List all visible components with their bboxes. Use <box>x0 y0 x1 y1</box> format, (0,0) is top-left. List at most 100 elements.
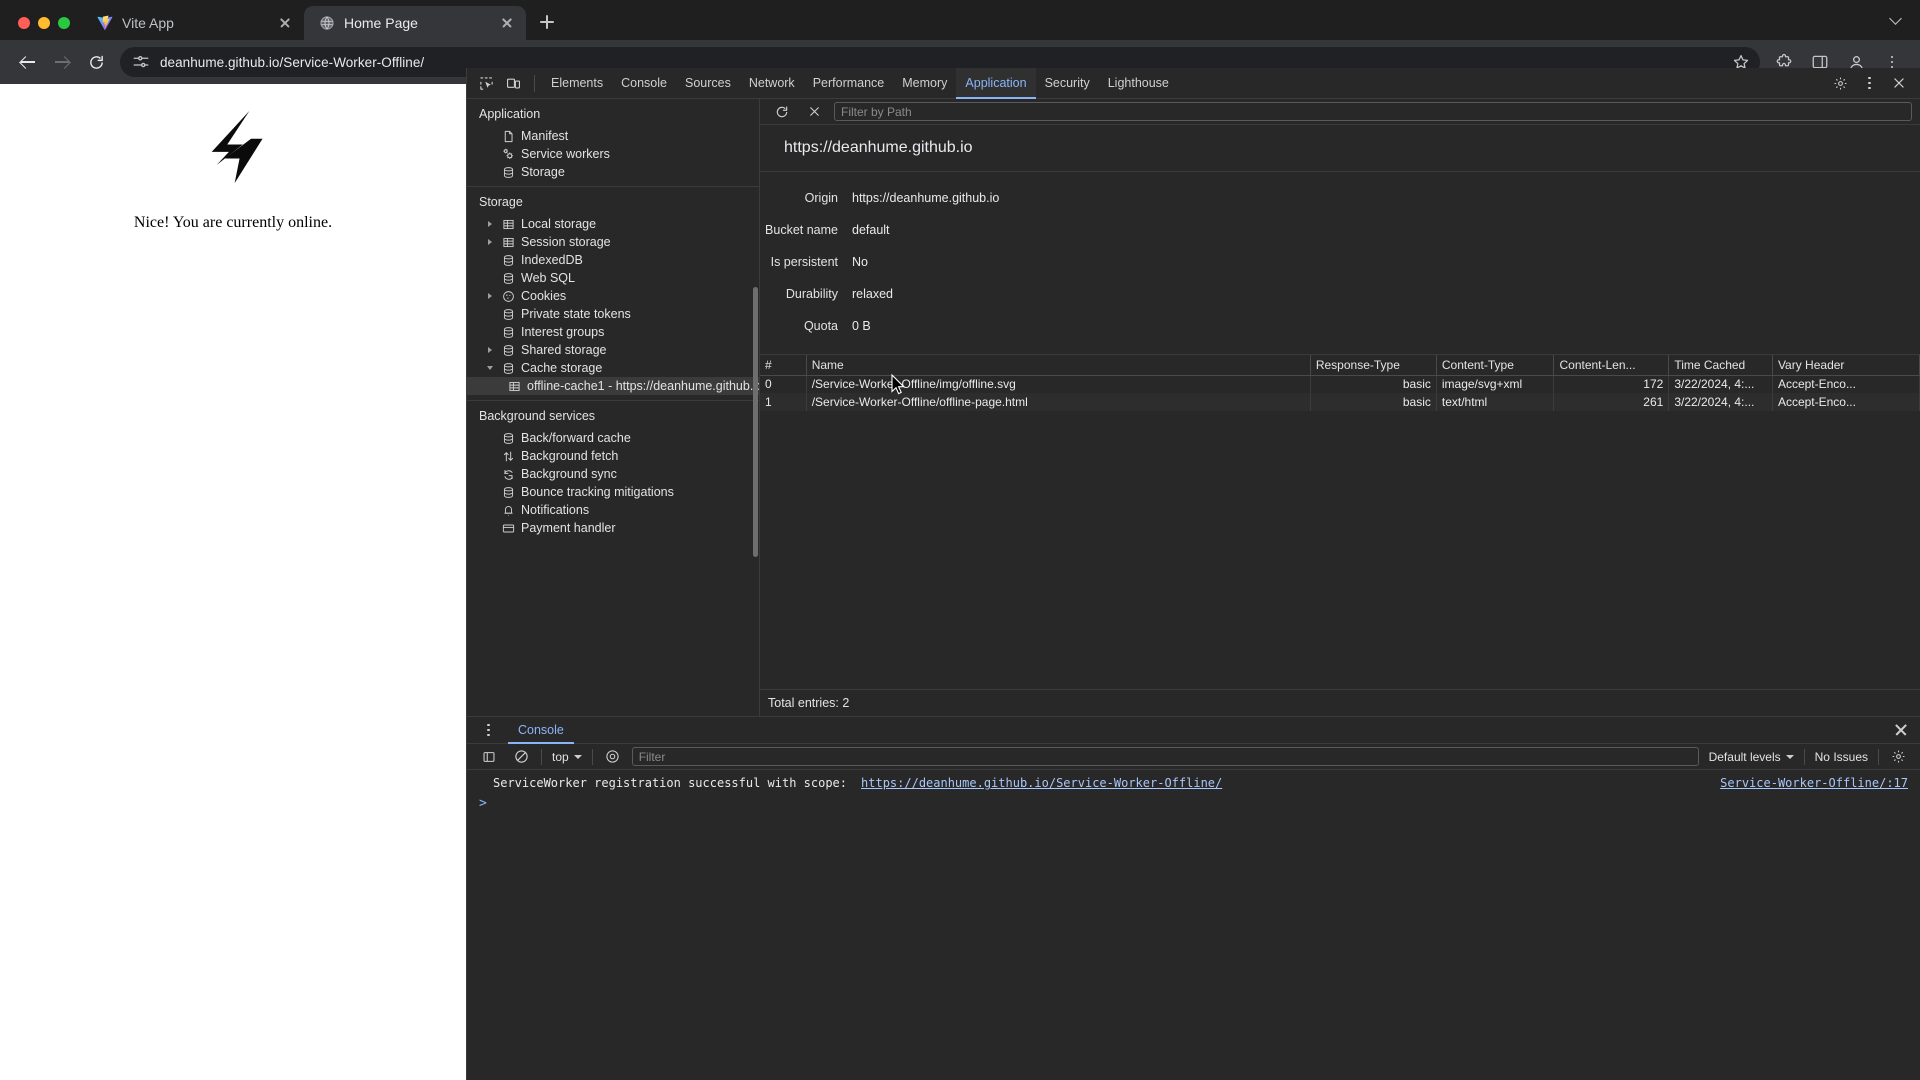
sidebar-item-label: Web SQL <box>521 271 575 285</box>
console-source-link[interactable]: Service-Worker-Offline/:17 <box>1720 776 1908 790</box>
table-row[interactable]: 1 /Service-Worker-Offline/offline-page.h… <box>760 393 1920 411</box>
vite-logo-icon <box>96 15 113 32</box>
sidebar-item-cookies[interactable]: Cookies <box>467 287 759 305</box>
tab-console[interactable]: Console <box>612 68 676 99</box>
maximize-window-button[interactable] <box>58 17 70 29</box>
device-toolbar-button[interactable] <box>500 71 527 96</box>
sidebar-item-shared-storage[interactable]: Shared storage <box>467 341 759 359</box>
card-icon <box>501 522 515 535</box>
sidebar-item-local-storage[interactable]: Local storage <box>467 215 759 233</box>
devtools-panel: Elements Console Sources Network Perform… <box>466 67 1920 1080</box>
forward-button[interactable] <box>46 46 78 78</box>
close-tab-button[interactable] <box>276 14 294 32</box>
console-context-selector[interactable]: top <box>548 750 586 764</box>
application-sidebar[interactable]: Application Manifest Service workers Sto… <box>467 99 760 716</box>
cache-entries-table-wrapper: # Name Response-Type Content-Type Conten… <box>760 355 1920 690</box>
devtools-body: Application Manifest Service workers Sto… <box>467 99 1920 716</box>
reload-icon <box>89 55 103 69</box>
devtools-tabbar-actions <box>1827 71 1920 96</box>
chevron-right-icon[interactable] <box>485 221 495 227</box>
devtools-close-button[interactable] <box>1885 71 1912 96</box>
column-header-content-type[interactable]: Content-Type <box>1436 355 1555 376</box>
console-sidebar-toggle-button[interactable] <box>475 744 502 769</box>
cell-name: /Service-Worker-Offline/img/offline.svg <box>806 375 1311 393</box>
minimize-window-button[interactable] <box>38 17 50 29</box>
chevron-down-icon[interactable] <box>485 365 495 371</box>
new-tab-button[interactable] <box>532 7 562 37</box>
refresh-cache-button[interactable] <box>768 99 795 124</box>
sidebar-item-manifest[interactable]: Manifest <box>467 127 759 145</box>
sidebar-item-service-workers[interactable]: Service workers <box>467 145 759 163</box>
column-header-index[interactable]: # <box>760 355 807 376</box>
column-header-time-cached[interactable]: Time Cached <box>1668 355 1773 376</box>
sidebar-item-label: Notifications <box>521 503 590 517</box>
tab-elements[interactable]: Elements <box>542 68 612 99</box>
console-message-link[interactable]: https://deanhume.github.io/Service-Worke… <box>861 776 1222 790</box>
sidebar-item-session-storage[interactable]: Session storage <box>467 233 759 251</box>
back-button[interactable] <box>12 46 44 78</box>
tab-memory[interactable]: Memory <box>893 68 956 99</box>
sidebar-scrollbar[interactable] <box>753 287 758 557</box>
delete-cache-button[interactable] <box>801 99 828 124</box>
cell-vary-header: Accept-Enco... <box>1772 393 1920 411</box>
database-icon <box>501 254 515 267</box>
sidebar-item-background-sync[interactable]: Background sync <box>467 465 759 483</box>
tab-sources[interactable]: Sources <box>676 68 740 99</box>
sidebar-item-web-sql[interactable]: Web SQL <box>467 269 759 287</box>
live-expression-button[interactable] <box>599 744 626 769</box>
console-input-prompt[interactable]: > <box>467 794 1920 813</box>
drawer-tab-console[interactable]: Console <box>508 717 574 744</box>
cell-vary-header: Accept-Enco... <box>1772 375 1920 393</box>
sidebar-item-indexeddb[interactable]: IndexedDB <box>467 251 759 269</box>
database-icon <box>501 362 515 375</box>
sidebar-item-interest-groups[interactable]: Interest groups <box>467 323 759 341</box>
sidebar-item-background-fetch[interactable]: Background fetch <box>467 447 759 465</box>
reload-button[interactable] <box>80 46 112 78</box>
console-message[interactable]: ServiceWorker registration successful wi… <box>467 770 1920 794</box>
tab-security[interactable]: Security <box>1036 68 1099 99</box>
sidebar-item-bounce-tracking-mitigations[interactable]: Bounce tracking mitigations <box>467 483 759 501</box>
devtools-more-options-button[interactable] <box>1856 71 1883 96</box>
lightning-bolt-icon <box>211 110 263 184</box>
column-header-name[interactable]: Name <box>806 355 1311 376</box>
close-tab-button[interactable] <box>498 14 516 32</box>
close-window-button[interactable] <box>18 17 30 29</box>
sidebar-item-back-forward-cache[interactable]: Back/forward cache <box>467 429 759 447</box>
browser-tab-home-page[interactable]: Home Page <box>304 6 526 40</box>
tab-search-chevron-down-icon[interactable] <box>1886 11 1906 31</box>
column-header-response-type[interactable]: Response-Type <box>1310 355 1437 376</box>
sidebar-item-notifications[interactable]: Notifications <box>467 501 759 519</box>
sidebar-item-private-state-tokens[interactable]: Private state tokens <box>467 305 759 323</box>
detail-value: default <box>852 223 890 237</box>
chevron-right-icon[interactable] <box>485 293 495 299</box>
devtools-settings-button[interactable] <box>1827 71 1854 96</box>
column-header-vary-header[interactable]: Vary Header <box>1772 355 1920 376</box>
globe-icon <box>318 15 335 32</box>
tab-application[interactable]: Application <box>956 67 1036 99</box>
tab-performance[interactable]: Performance <box>804 68 894 99</box>
filter-by-path-input[interactable] <box>834 102 1912 121</box>
browser-tab-vite-app[interactable]: Vite App <box>82 6 304 40</box>
table-row[interactable]: 0 /Service-Worker-Offline/img/offline.sv… <box>760 375 1920 393</box>
sidebar-item-label: Storage <box>521 165 565 179</box>
console-settings-button[interactable] <box>1885 744 1912 769</box>
tab-lighthouse[interactable]: Lighthouse <box>1099 68 1178 99</box>
sidebar-item-cache-storage[interactable]: Cache storage <box>467 359 759 377</box>
site-settings-tune-icon[interactable] <box>132 53 150 71</box>
chevron-right-icon[interactable] <box>485 239 495 245</box>
console-filter-input[interactable] <box>631 747 1699 766</box>
sidebar-item-storage[interactable]: Storage <box>467 163 759 181</box>
sidebar-item-payment-handler[interactable]: Payment handler <box>467 519 759 537</box>
issues-counter[interactable]: No Issues <box>1811 750 1872 764</box>
sidebar-item-offline-cache1[interactable]: offline-cache1 - https://deanhume.github… <box>467 377 759 395</box>
chevron-right-icon[interactable] <box>485 347 495 353</box>
clear-console-button[interactable] <box>508 744 535 769</box>
updown-arrows-icon <box>501 450 515 463</box>
inspect-element-button[interactable] <box>473 71 500 96</box>
drawer-more-options-button[interactable] <box>475 718 502 743</box>
console-drawer: Console top Filter Default levels No Iss… <box>467 716 1920 1080</box>
column-header-content-length[interactable]: Content-Len... <box>1553 355 1670 376</box>
tab-network[interactable]: Network <box>740 68 804 99</box>
console-log-levels-selector[interactable]: Default levels <box>1705 750 1798 764</box>
close-drawer-button[interactable] <box>1892 721 1910 739</box>
